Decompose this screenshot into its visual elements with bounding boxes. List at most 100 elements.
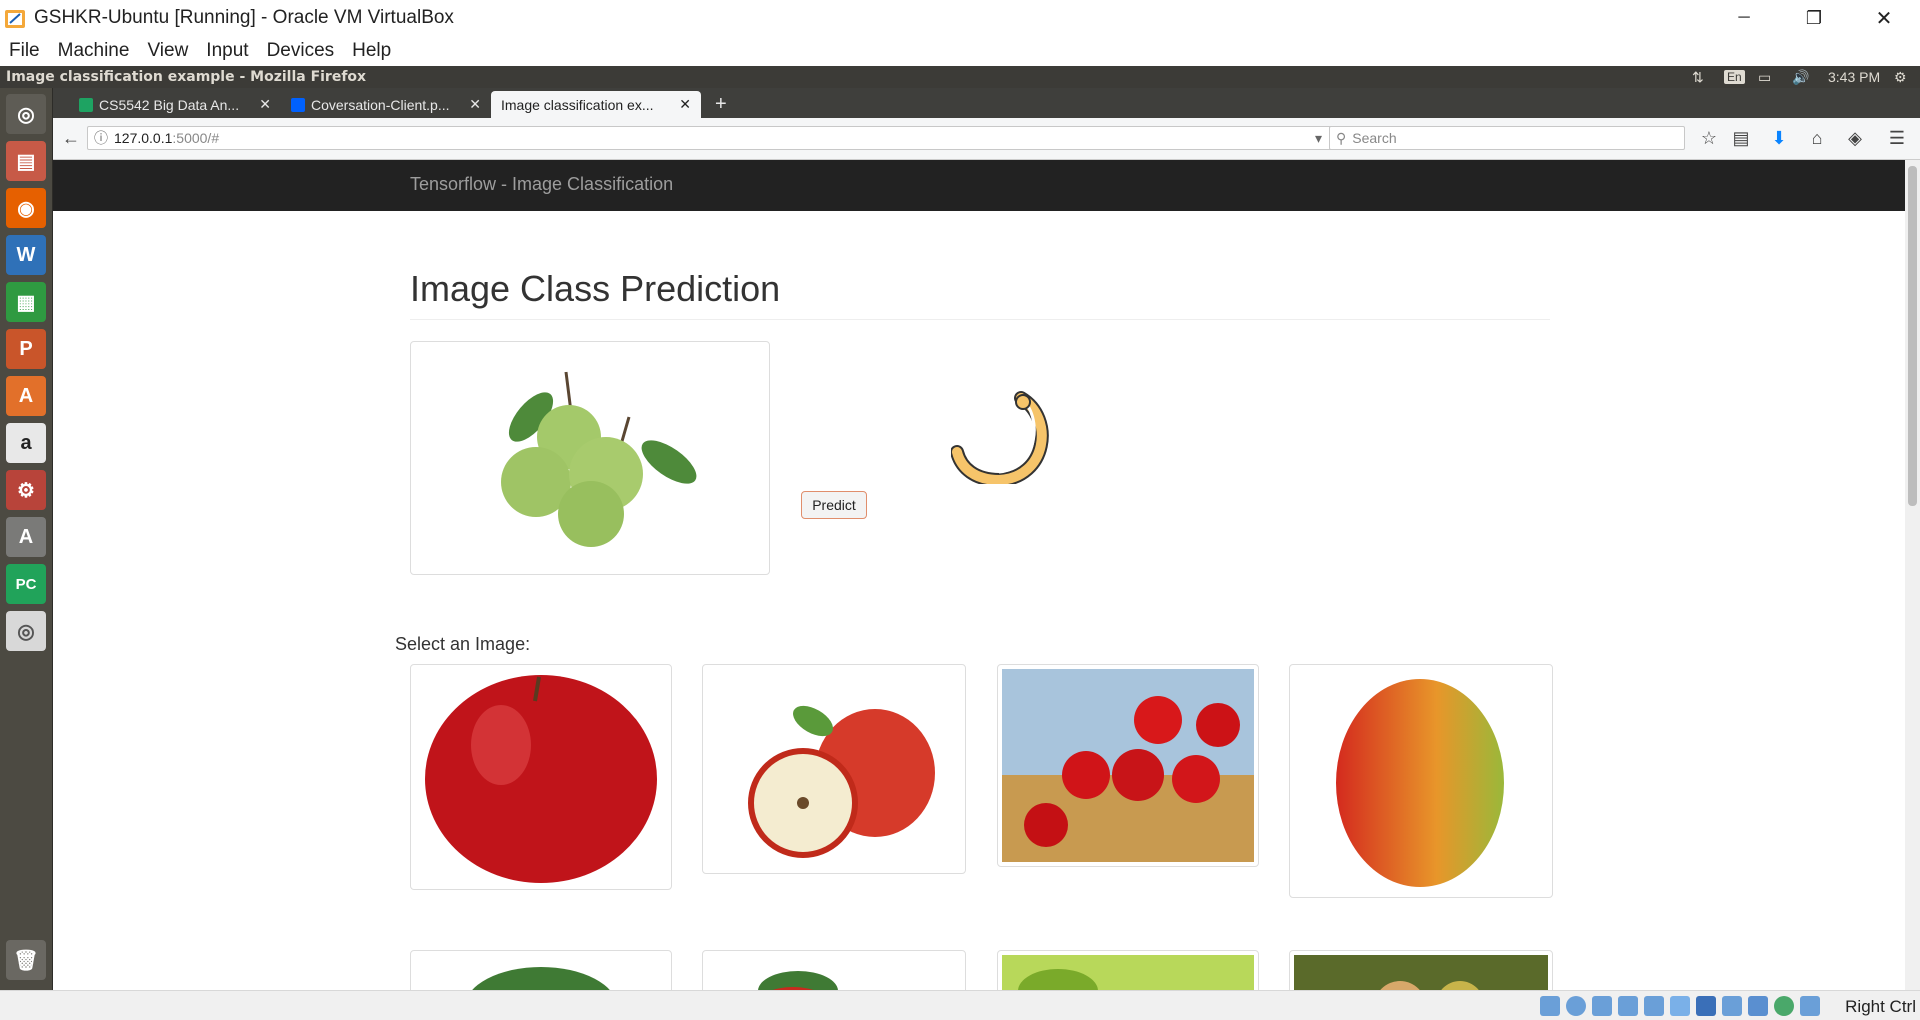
search-placeholder: Search (1352, 130, 1397, 146)
impress-icon[interactable]: P (6, 329, 46, 369)
ubuntu-top-panel: Image classification example - Mozilla F… (0, 66, 1920, 88)
url-bar[interactable]: ⓘ 127.0.0.1 :5000/# ▾ ↻ (87, 126, 1357, 150)
firefox-nav-bar: ← ⓘ 127.0.0.1 :5000/# ▾ ↻ ⚲ Search ☆ ▤ ⬇… (53, 118, 1920, 160)
gallery-image-red-fruit[interactable] (702, 950, 966, 990)
gallery-image-mango[interactable] (1289, 664, 1553, 898)
display-icon[interactable] (1696, 996, 1716, 1016)
tab-cs5542[interactable]: CS5542 Big Data An... ✕ (69, 91, 281, 118)
mouse-integration-icon[interactable] (1774, 996, 1794, 1016)
gallery-image-fruit-basket[interactable] (1289, 950, 1553, 990)
volume-icon[interactable]: 🔊 (1792, 66, 1809, 88)
site-navbar: Tensorflow - Image Classification (53, 160, 1905, 211)
cpu-icon[interactable] (1748, 996, 1768, 1016)
settings-gear-icon[interactable]: ⚙ (1894, 66, 1907, 88)
guava-image (501, 371, 697, 547)
url-dropdown-icon[interactable]: ▾ (1315, 130, 1322, 147)
back-arrow-icon: ← (62, 127, 80, 148)
select-image-label: Select an Image: (395, 634, 531, 654)
download-icon: ⬇ (1771, 127, 1787, 148)
gallery-image-green-fruit-1[interactable] (410, 950, 672, 990)
search-icon: ⚲ (1336, 129, 1347, 146)
hamburger-menu-button[interactable]: ☰ (1883, 126, 1911, 150)
firefox-icon[interactable]: ◉ (6, 188, 46, 228)
writer-icon[interactable]: W (6, 235, 46, 275)
active-window-title: Image classification example - Mozilla F… (6, 69, 367, 85)
close-icon: ✕ (1875, 7, 1893, 30)
trash-icon[interactable]: 🗑 (6, 940, 46, 980)
window-title: GSHKR-Ubuntu [Running] - Oracle VM Virtu… (34, 7, 454, 28)
files-icon[interactable]: ▤ (6, 141, 46, 181)
url-path: :5000/# (172, 130, 220, 146)
home-icon: ⌂ (1811, 127, 1823, 148)
gallery-image-apple-halved[interactable] (702, 664, 966, 874)
tab-image-classification[interactable]: Image classification ex... ✕ (491, 91, 701, 118)
restore-icon: ❐ (1805, 7, 1823, 28)
menu-machine[interactable]: Machine (49, 40, 139, 62)
clock[interactable]: 3:43 PM (1828, 66, 1880, 88)
menu-input[interactable]: Input (197, 40, 257, 62)
network-icon[interactable]: ⇅ (1692, 66, 1704, 88)
heading-divider (410, 319, 1550, 320)
minimize-button[interactable]: ─ (1712, 0, 1776, 36)
gallery-image-green-fruit-2[interactable] (997, 950, 1259, 990)
loading-cat-spinner-icon (951, 391, 1049, 484)
menu-file[interactable]: File (0, 40, 49, 62)
virtualbox-status-bar: Right Ctrl (0, 990, 1920, 1020)
site-brand[interactable]: Tensorflow - Image Classification (410, 174, 673, 195)
network-adapter-icon[interactable] (1618, 996, 1638, 1016)
amazon-icon[interactable]: a (6, 423, 46, 463)
usb-icon[interactable] (1644, 996, 1664, 1016)
ubuntu-dash-icon[interactable]: ◎ (6, 94, 46, 134)
close-button[interactable]: ✕ (1852, 0, 1916, 36)
gallery-image-apple-red[interactable] (410, 664, 672, 890)
tab-close-icon[interactable]: ✕ (679, 96, 691, 113)
bookmark-star-button[interactable]: ☆ (1695, 126, 1723, 150)
shared-folders-icon[interactable] (1670, 996, 1690, 1016)
software-updater-icon[interactable]: A (6, 517, 46, 557)
page-heading: Image Class Prediction (410, 268, 781, 309)
video-capture-icon[interactable] (1722, 996, 1742, 1016)
info-icon[interactable]: ⓘ (94, 128, 108, 148)
pycharm-icon[interactable]: PC (6, 564, 46, 604)
dropbox-icon (291, 97, 305, 112)
menu-devices[interactable]: Devices (258, 40, 344, 62)
predict-button[interactable]: Predict (801, 491, 867, 519)
url-host: 127.0.0.1 (114, 130, 173, 146)
keyboard-indicator[interactable]: En (1724, 66, 1745, 88)
menu-view[interactable]: View (138, 40, 197, 62)
audio-icon[interactable] (1592, 996, 1612, 1016)
keyboard-capture-icon[interactable] (1800, 996, 1820, 1016)
restore-button[interactable]: ❐ (1782, 0, 1846, 36)
pocket-icon: ◈ (1848, 127, 1862, 148)
vbox-device-indicators (1540, 996, 1820, 1016)
back-button[interactable]: ← (57, 126, 85, 150)
downloads-button[interactable]: ⬇ (1765, 126, 1793, 150)
battery-icon[interactable]: ▭ (1758, 66, 1771, 88)
new-tab-button[interactable]: + (705, 91, 735, 118)
dvd-icon[interactable]: ◎ (6, 611, 46, 651)
host-key-label: Right Ctrl (1845, 997, 1916, 1016)
search-input[interactable]: ⚲ Search (1329, 126, 1685, 150)
tab-conversation-client[interactable]: Coversation-Client.p... ✕ (281, 91, 491, 118)
unity-launcher: ◎ ▤ ◉ W ▦ P A a ⚙ A PC ◎ 🗑 (0, 88, 53, 990)
software-center-icon[interactable]: A (6, 376, 46, 416)
virtualbox-menu-bar: File Machine View Input Devices Help (0, 36, 1920, 66)
star-icon: ☆ (1700, 127, 1718, 148)
bookmarks-list-button[interactable]: ▤ (1727, 126, 1755, 150)
page-scrollbar[interactable] (1905, 160, 1920, 990)
tab-close-icon[interactable]: ✕ (259, 96, 271, 113)
sheets-icon (79, 97, 93, 112)
tab-close-icon[interactable]: ✕ (469, 96, 481, 113)
system-settings-icon[interactable]: ⚙ (6, 470, 46, 510)
storage-icon[interactable] (1540, 996, 1560, 1016)
web-page: Tensorflow - Image Classification Image … (53, 160, 1905, 990)
firefox-tab-strip: CS5542 Big Data An... ✕ Coversation-Clie… (53, 88, 1920, 118)
pocket-button[interactable]: ◈ (1841, 126, 1869, 150)
optical-drive-icon[interactable] (1566, 996, 1586, 1016)
home-button[interactable]: ⌂ (1803, 126, 1831, 150)
scrollbar-thumb[interactable] (1908, 166, 1917, 506)
gallery-image-apple-tree[interactable] (997, 664, 1259, 867)
calc-icon[interactable]: ▦ (6, 282, 46, 322)
menu-icon: ☰ (1888, 127, 1906, 148)
menu-help[interactable]: Help (343, 40, 400, 62)
